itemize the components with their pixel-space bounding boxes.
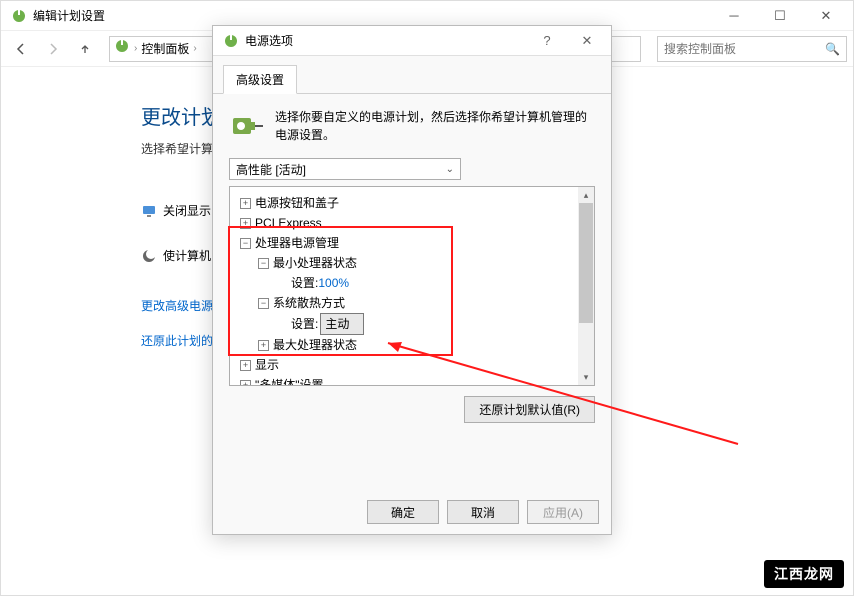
links: 更改高级电源 还原此计划的 (141, 297, 213, 367)
collapse-icon[interactable]: − (258, 258, 269, 269)
link-advanced-power[interactable]: 更改高级电源 (141, 297, 213, 314)
search-box[interactable]: 🔍 (657, 36, 847, 62)
tree-node-display[interactable]: +显示 (234, 355, 590, 375)
cancel-button[interactable]: 取消 (447, 500, 519, 524)
scroll-thumb[interactable] (579, 203, 593, 323)
collapse-icon[interactable]: − (258, 298, 269, 309)
monitor-icon (141, 203, 157, 219)
cooling-policy-combo[interactable]: 主动 (320, 313, 364, 335)
tree-node-processor-power[interactable]: −处理器电源管理 (234, 233, 590, 253)
maximize-button[interactable]: ☐ (757, 1, 803, 31)
battery-plug-icon (229, 108, 265, 144)
ok-button[interactable]: 确定 (367, 500, 439, 524)
window-controls: ─ ☐ ✕ (711, 1, 849, 31)
minimize-button[interactable]: ─ (711, 1, 757, 31)
side-actions: 关闭显示 使计算机 (141, 202, 211, 292)
restore-defaults-button[interactable]: 还原计划默认值(R) (464, 396, 595, 423)
expand-icon[interactable]: + (240, 198, 251, 209)
breadcrumb-item[interactable]: 控制面板 (141, 40, 189, 57)
collapse-icon[interactable]: − (240, 238, 251, 249)
close-button[interactable]: ✕ (803, 1, 849, 31)
setting-value[interactable]: 100% (318, 273, 349, 293)
power-icon (223, 33, 239, 49)
link-restore-plan[interactable]: 还原此计划的 (141, 332, 213, 349)
window-title: 编辑计划设置 (33, 7, 105, 24)
apply-button[interactable]: 应用(A) (527, 500, 599, 524)
chevron-right-icon: › (193, 43, 196, 54)
setting-cooling-policy[interactable]: 设置:主动 (234, 313, 590, 335)
plan-value: 高性能 [活动] (236, 161, 306, 178)
scroll-down-button[interactable]: ▾ (578, 369, 594, 385)
action-display-off: 关闭显示 (141, 202, 211, 219)
tab-advanced[interactable]: 高级设置 (223, 65, 297, 94)
help-button[interactable]: ? (527, 26, 567, 56)
tree-node-max-processor[interactable]: +最大处理器状态 (234, 335, 590, 355)
restore-row: 还原计划默认值(R) (229, 396, 595, 423)
forward-button[interactable] (39, 35, 67, 63)
dialog-title: 电源选项 (245, 32, 293, 49)
chevron-right-icon: › (134, 43, 137, 54)
scroll-up-button[interactable]: ▴ (578, 187, 594, 203)
dialog-body: 选择你要自定义的电源计划，然后选择你希望计算机管理的电源设置。 高性能 [活动]… (213, 94, 611, 437)
breadcrumb-icon (114, 38, 130, 59)
plan-combobox[interactable]: 高性能 [活动] ⌄ (229, 158, 461, 180)
action-label: 关闭显示 (163, 202, 211, 219)
description-row: 选择你要自定义的电源计划，然后选择你希望计算机管理的电源设置。 (229, 108, 595, 144)
search-input[interactable] (664, 42, 825, 56)
watermark: 江西龙网 (764, 560, 844, 588)
description-text: 选择你要自定义的电源计划，然后选择你希望计算机管理的电源设置。 (275, 108, 595, 144)
expand-icon[interactable]: + (240, 218, 251, 229)
chevron-down-icon: ⌄ (446, 164, 454, 175)
expand-icon[interactable]: + (240, 380, 251, 387)
tree-node-min-processor[interactable]: −最小处理器状态 (234, 253, 590, 273)
tree-node-cooling-policy[interactable]: −系统散热方式 (234, 293, 590, 313)
action-label: 使计算机 (163, 247, 211, 264)
expand-icon[interactable]: + (258, 340, 269, 351)
tree-node-power-buttons[interactable]: +电源按钮和盖子 (234, 193, 590, 213)
moon-icon (141, 248, 157, 264)
up-button[interactable] (71, 35, 99, 63)
expand-icon[interactable]: + (240, 360, 251, 371)
setting-min-processor[interactable]: 设置: 100% (234, 273, 590, 293)
dialog-titlebar: 电源选项 ? ✕ (213, 26, 611, 56)
app-icon (11, 8, 27, 24)
back-button[interactable] (7, 35, 35, 63)
power-options-dialog: 电源选项 ? ✕ 高级设置 选择你要自定义的电源计划，然后选择你希望计算机管理的… (212, 25, 612, 535)
search-icon[interactable]: 🔍 (825, 42, 840, 56)
dialog-close-button[interactable]: ✕ (567, 26, 607, 56)
tree-node-pci-express[interactable]: +PCI Express (234, 213, 590, 233)
dialog-buttons: 确定 取消 应用(A) (367, 500, 599, 524)
tab-row: 高级设置 (213, 56, 611, 94)
action-sleep: 使计算机 (141, 247, 211, 264)
scrollbar[interactable]: ▴ ▾ (578, 187, 594, 385)
tree-node-multimedia[interactable]: +"多媒体"设置 (234, 375, 590, 386)
settings-tree[interactable]: +电源按钮和盖子 +PCI Express −处理器电源管理 −最小处理器状态 … (229, 186, 595, 386)
